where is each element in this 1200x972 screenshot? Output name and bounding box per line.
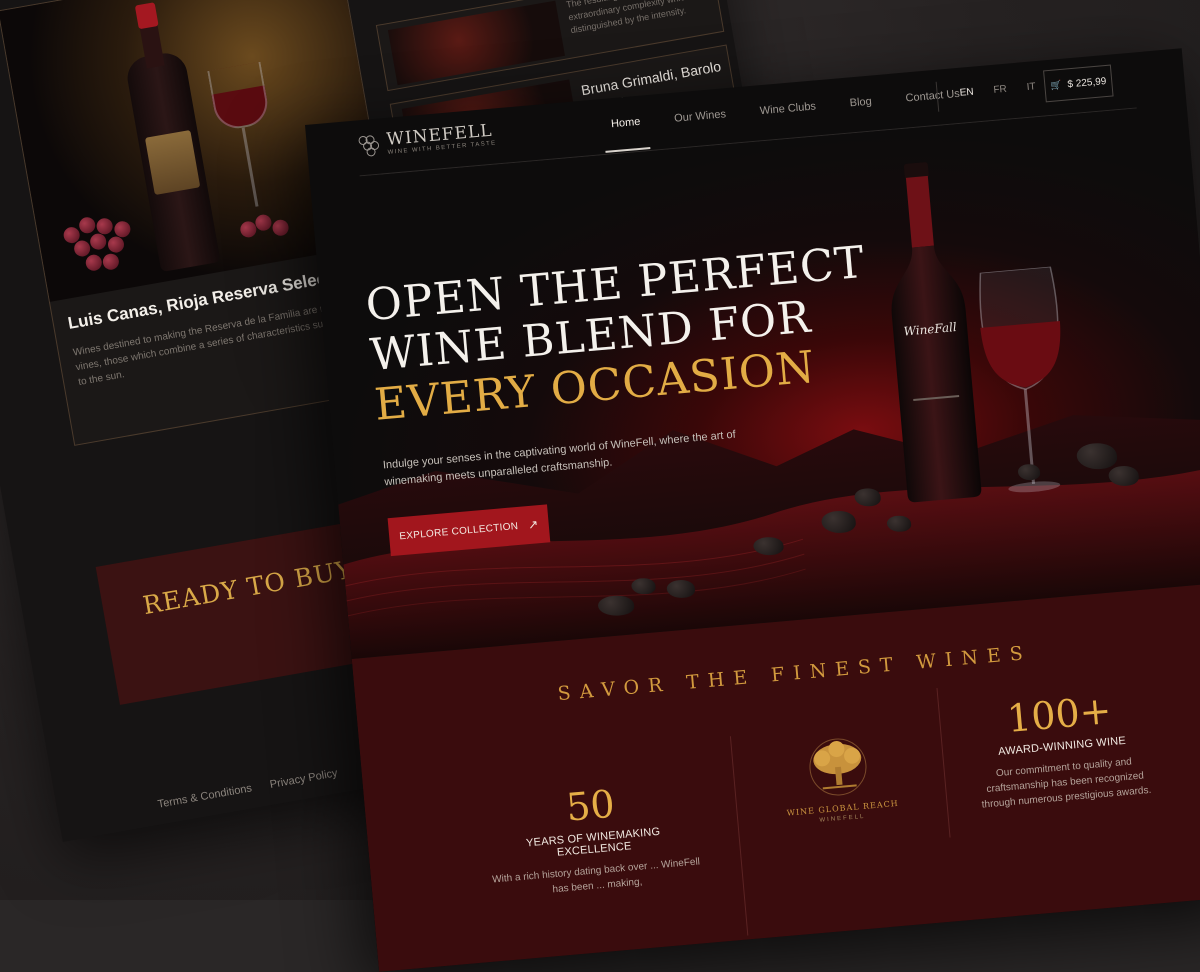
arrow-up-right-icon: ↗ <box>527 517 540 533</box>
cart-amount: $ 225,99 <box>1067 75 1107 90</box>
menu-item-home[interactable]: Home <box>611 116 641 131</box>
menu-item-blog[interactable]: Blog <box>849 96 872 110</box>
menu-item-wine-clubs[interactable]: Wine Clubs <box>759 100 816 117</box>
main-page: WINEFELL WINE WITH BETTER TASTE Home Our… <box>305 48 1200 972</box>
privacy-link[interactable]: Privacy Policy <box>269 767 339 791</box>
wine-glass-image <box>207 61 272 133</box>
language-it[interactable]: IT <box>1026 81 1036 93</box>
hero-section: OPEN THE PERFECT WINE BLEND FOR EVERY OC… <box>309 104 1200 659</box>
wine-global-reach-emblem: WINE GLOBAL REACH WINEFELL <box>781 732 899 841</box>
explore-label: EXPLORE COLLECTION <box>398 520 519 542</box>
grape <box>84 253 104 272</box>
language-fr[interactable]: FR <box>993 84 1007 96</box>
grape <box>88 232 108 251</box>
stat-description: Our commitment to quality and craftsmans… <box>981 756 1152 811</box>
wine-snippet-text: The resulting wine offers an extraordina… <box>565 0 699 36</box>
grape-icon <box>356 131 380 159</box>
grape <box>101 252 121 271</box>
cart-icon: 🛒 <box>1049 79 1062 91</box>
menu-item-our-wines[interactable]: Our Wines <box>674 108 727 124</box>
cart-button[interactable]: 🛒 $ 225,99 <box>1043 64 1114 103</box>
stat-awards: 100+ AWARD-WINNING WINE Our commitment t… <box>968 685 1157 813</box>
menu-item-contact-us[interactable]: Contact Us <box>905 88 960 105</box>
tree-icon <box>809 738 867 796</box>
grape <box>254 213 273 232</box>
logo[interactable]: WINEFELL WINE WITH BETTER TASTE <box>356 120 497 158</box>
wine-thumbnail <box>387 0 566 86</box>
divider-line <box>936 688 951 838</box>
grape <box>271 218 290 238</box>
glass-stem <box>241 127 259 207</box>
terms-link[interactable]: Terms & Conditions <box>157 782 253 810</box>
grape <box>106 235 126 254</box>
grape <box>77 216 97 235</box>
divider-line <box>729 736 749 936</box>
language-switcher: EN FR IT <box>959 79 1056 99</box>
bottle-label <box>144 129 201 196</box>
stat-years: 50 YEARS OF WINEMAKING EXCELLENCE With a… <box>484 775 703 903</box>
language-en[interactable]: EN <box>959 87 974 99</box>
